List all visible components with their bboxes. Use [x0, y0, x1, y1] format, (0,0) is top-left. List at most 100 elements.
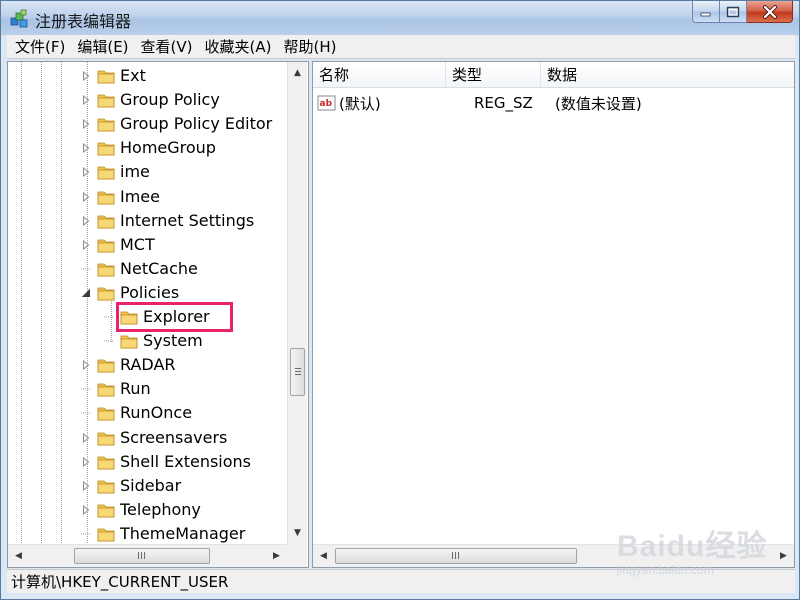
registry-editor-icon	[10, 9, 28, 28]
tree-item-label: NetCache	[120, 258, 198, 278]
tree-item-ime[interactable]: ime	[81, 160, 150, 184]
expand-arrow-icon[interactable]	[81, 119, 91, 130]
tree-item-mct[interactable]: MCT	[81, 233, 155, 257]
folder-icon	[97, 166, 115, 180]
expand-arrow-icon[interactable]	[81, 71, 91, 81]
tree-item-shell-extensions[interactable]: Shell Extensions	[81, 450, 251, 474]
column-header-type[interactable]: 类型	[446, 62, 541, 88]
expand-arrow-icon[interactable]	[81, 360, 91, 371]
tree-item-runonce[interactable]: RunOnce	[81, 401, 192, 425]
folder-icon	[97, 239, 115, 253]
expand-arrow-icon[interactable]	[81, 456, 91, 467]
expand-arrow-icon[interactable]	[81, 432, 91, 443]
tree-vertical-scroll-thumb[interactable]	[290, 348, 305, 396]
tree-item-imee[interactable]: Imee	[81, 185, 160, 209]
folder-icon	[97, 383, 115, 397]
tree-item-internet-settings[interactable]: Internet Settings	[81, 209, 254, 233]
folder-icon	[97, 407, 115, 421]
tree-vertical-scrollbar[interactable]: ▲ ▼	[287, 62, 307, 544]
tree-item-label: ThemeManager	[120, 523, 246, 543]
folder-icon	[97, 142, 115, 156]
folder-icon	[97, 94, 115, 108]
menu-favorites[interactable]: 收藏夹(A)	[199, 35, 278, 59]
tree-item-netcache[interactable]: NetCache	[81, 257, 198, 281]
maximize-button[interactable]	[720, 1, 747, 23]
menu-view[interactable]: 查看(V)	[135, 35, 199, 59]
table-row[interactable]: ab (默认) REG_SZ (数值未设置)	[313, 91, 642, 115]
tree-item-run[interactable]: Run	[81, 377, 151, 401]
registry-tree-pane[interactable]: Ext Group Policy Group Policy Editor HomeGr…	[7, 61, 309, 568]
svg-text:ab: ab	[320, 99, 333, 109]
title-bar[interactable]: 注册表编辑器	[1, 1, 799, 35]
menu-file[interactable]: 文件(F)	[9, 35, 71, 59]
expand-arrow-icon[interactable]	[81, 95, 91, 106]
tree-item-label: RunOnce	[120, 403, 193, 423]
expand-arrow-icon[interactable]	[81, 215, 91, 226]
tree-item-label: Sidebar	[120, 475, 182, 495]
minimize-button[interactable]	[692, 1, 720, 23]
tree-item-label: ime	[120, 162, 150, 182]
close-button[interactable]	[747, 1, 793, 23]
scroll-left-arrow-icon[interactable]: ◀	[314, 547, 333, 565]
tree-connector	[104, 312, 114, 322]
expand-arrow-icon[interactable]	[81, 143, 91, 154]
tree-item-label: Imee	[120, 186, 160, 206]
tree-item-label: RADAR	[120, 355, 176, 375]
folder-icon	[97, 263, 115, 277]
tree-connector	[81, 408, 91, 418]
expand-arrow-icon[interactable]	[81, 191, 91, 202]
tree-item-label: Ext	[120, 66, 146, 85]
value-type: REG_SZ	[474, 94, 533, 112]
tree-connector	[81, 384, 91, 394]
tree-item-group-policy[interactable]: Group Policy	[81, 88, 220, 112]
tree-item-label: Group Policy Editor	[120, 114, 273, 134]
expand-arrow-icon[interactable]	[81, 504, 91, 515]
column-header-data[interactable]: 数据	[541, 62, 794, 88]
tree-item-radar[interactable]: RADAR	[81, 353, 176, 377]
scroll-down-arrow-icon[interactable]: ▼	[288, 524, 307, 542]
scroll-right-arrow-icon[interactable]: ▶	[267, 547, 286, 565]
menu-help[interactable]: 帮助(H)	[277, 35, 342, 59]
folder-icon	[97, 504, 115, 518]
scroll-right-arrow-icon[interactable]: ▶	[774, 547, 793, 565]
expand-arrow-icon[interactable]	[81, 480, 91, 491]
tree-item-label: System	[143, 331, 203, 351]
tree-item-label: Group Policy	[120, 90, 220, 110]
tree-item-group-policy-editor[interactable]: Group Policy Editor	[81, 112, 272, 136]
expand-arrow-icon[interactable]	[81, 167, 91, 178]
explorer-highlight-annotation	[116, 302, 233, 332]
tree-item-system[interactable]: System	[104, 329, 203, 353]
scroll-left-arrow-icon[interactable]: ◀	[9, 547, 28, 565]
value-data: (数值未设置)	[555, 94, 642, 113]
registry-editor-window: 注册表编辑器 文件(F) 编辑(E) 查看(V) 收藏夹(A) 帮助(H) Ex…	[0, 0, 800, 600]
tree-connector	[104, 336, 114, 346]
folder-icon	[97, 287, 115, 301]
tree-horizontal-scroll-thumb[interactable]	[74, 548, 210, 564]
tree-item-screensavers[interactable]: Screensavers	[81, 426, 227, 450]
values-horizontal-scroll-thumb[interactable]	[335, 548, 577, 564]
tree-item-homegroup[interactable]: HomeGroup	[81, 136, 216, 160]
tree-horizontal-scrollbar[interactable]: ◀ ▶	[8, 544, 287, 567]
tree-item-ext[interactable]: Ext	[81, 64, 146, 88]
scroll-up-arrow-icon[interactable]: ▲	[288, 64, 307, 82]
string-value-icon: ab	[317, 95, 336, 111]
menu-edit[interactable]: 编辑(E)	[71, 35, 134, 59]
expand-arrow-icon[interactable]	[81, 239, 91, 250]
folder-icon	[120, 335, 138, 349]
folder-icon	[97, 70, 115, 84]
tree-item-sidebar[interactable]: Sidebar	[81, 474, 181, 498]
column-header-name[interactable]: 名称	[313, 62, 446, 88]
tree-item-label: HomeGroup	[120, 138, 216, 158]
close-icon	[762, 4, 777, 19]
tree-item-label: MCT	[120, 234, 155, 254]
folder-icon	[97, 118, 115, 132]
values-horizontal-scrollbar[interactable]: ◀ ▶	[313, 544, 794, 567]
minimize-icon	[700, 12, 711, 16]
registry-values-pane[interactable]: 名称 类型 数据 ab (默认) REG_SZ (数值未设置) ◀ ▶	[312, 61, 795, 568]
collapse-arrow-icon[interactable]	[81, 288, 91, 298]
tree-item-thememanager[interactable]: ThemeManager	[81, 522, 245, 546]
window-title: 注册表编辑器	[35, 12, 132, 31]
tree-item-telephony[interactable]: Telephony	[81, 498, 201, 522]
maximize-icon	[726, 6, 740, 17]
folder-icon	[97, 456, 115, 469]
